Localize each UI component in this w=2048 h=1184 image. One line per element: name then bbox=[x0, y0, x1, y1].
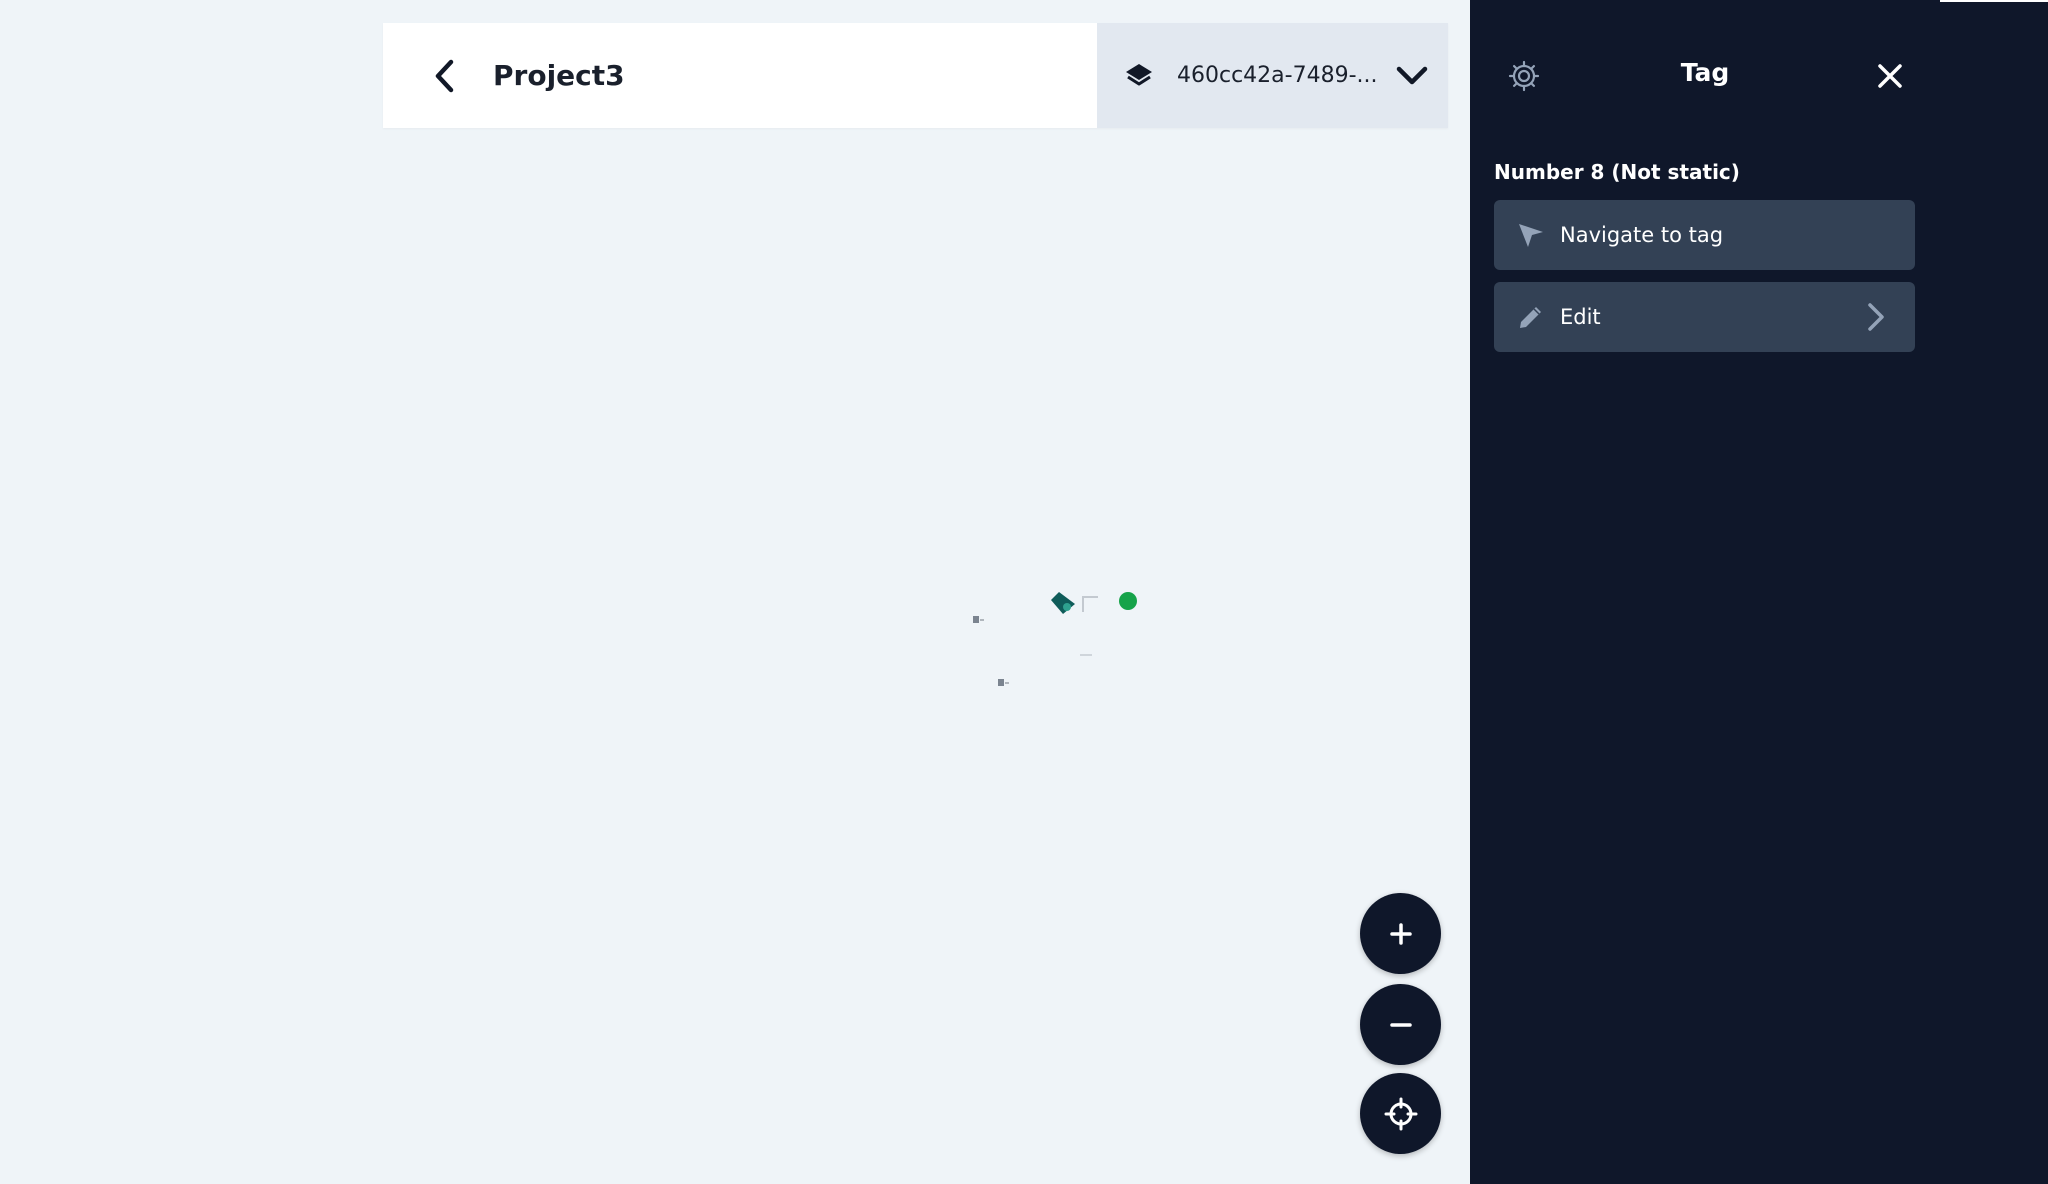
chevron-left-icon bbox=[435, 59, 454, 92]
chevron-down-icon bbox=[1392, 56, 1432, 96]
panel-header: Tag bbox=[1470, 0, 1940, 152]
anchor-icon[interactable] bbox=[972, 615, 986, 625]
close-icon bbox=[1878, 64, 1902, 88]
map-canvas[interactable]: Project3 460cc42a-7489-... bbox=[0, 0, 1470, 1184]
map-line-segment bbox=[1080, 654, 1092, 656]
edit-tag-label: Edit bbox=[1560, 305, 1601, 329]
minus-icon bbox=[1389, 1022, 1412, 1027]
zoom-in-button[interactable] bbox=[1360, 893, 1441, 974]
pencil-icon bbox=[1514, 300, 1548, 334]
project-title: Project3 bbox=[493, 59, 625, 92]
navigate-arrow-icon bbox=[1514, 218, 1548, 252]
chevron-right-icon bbox=[1859, 300, 1893, 334]
close-button[interactable] bbox=[1870, 56, 1910, 96]
edit-tag-button[interactable]: Edit bbox=[1494, 282, 1915, 352]
map-header: Project3 460cc42a-7489-... bbox=[383, 23, 1448, 128]
right-edge-highlight bbox=[1940, 0, 2048, 2]
back-button[interactable] bbox=[415, 46, 475, 106]
map-corner-mark bbox=[1082, 596, 1098, 612]
plus-icon bbox=[1389, 922, 1412, 945]
navigate-to-tag-button[interactable]: Navigate to tag bbox=[1494, 200, 1915, 270]
right-edge-strip bbox=[1940, 0, 2048, 1184]
layers-icon bbox=[1119, 56, 1159, 96]
recenter-button[interactable] bbox=[1360, 1073, 1441, 1154]
crosshair-icon bbox=[1384, 1097, 1417, 1130]
tag-panel: Tag Number 8 (Not static) Navigate to ta… bbox=[1470, 0, 1940, 1184]
map-selector-dropdown[interactable]: 460cc42a-7489-... bbox=[1097, 23, 1448, 128]
zoom-out-button[interactable] bbox=[1360, 984, 1441, 1065]
tag-position-dot[interactable] bbox=[1119, 592, 1137, 610]
navigate-to-tag-label: Navigate to tag bbox=[1560, 223, 1724, 247]
tag-name: Number 8 (Not static) bbox=[1494, 160, 1740, 184]
anchor-icon[interactable] bbox=[997, 678, 1011, 688]
project-header: Project3 bbox=[383, 23, 1097, 128]
selected-tag-marker[interactable] bbox=[1049, 590, 1077, 616]
map-selector-value: 460cc42a-7489-... bbox=[1177, 63, 1378, 88]
